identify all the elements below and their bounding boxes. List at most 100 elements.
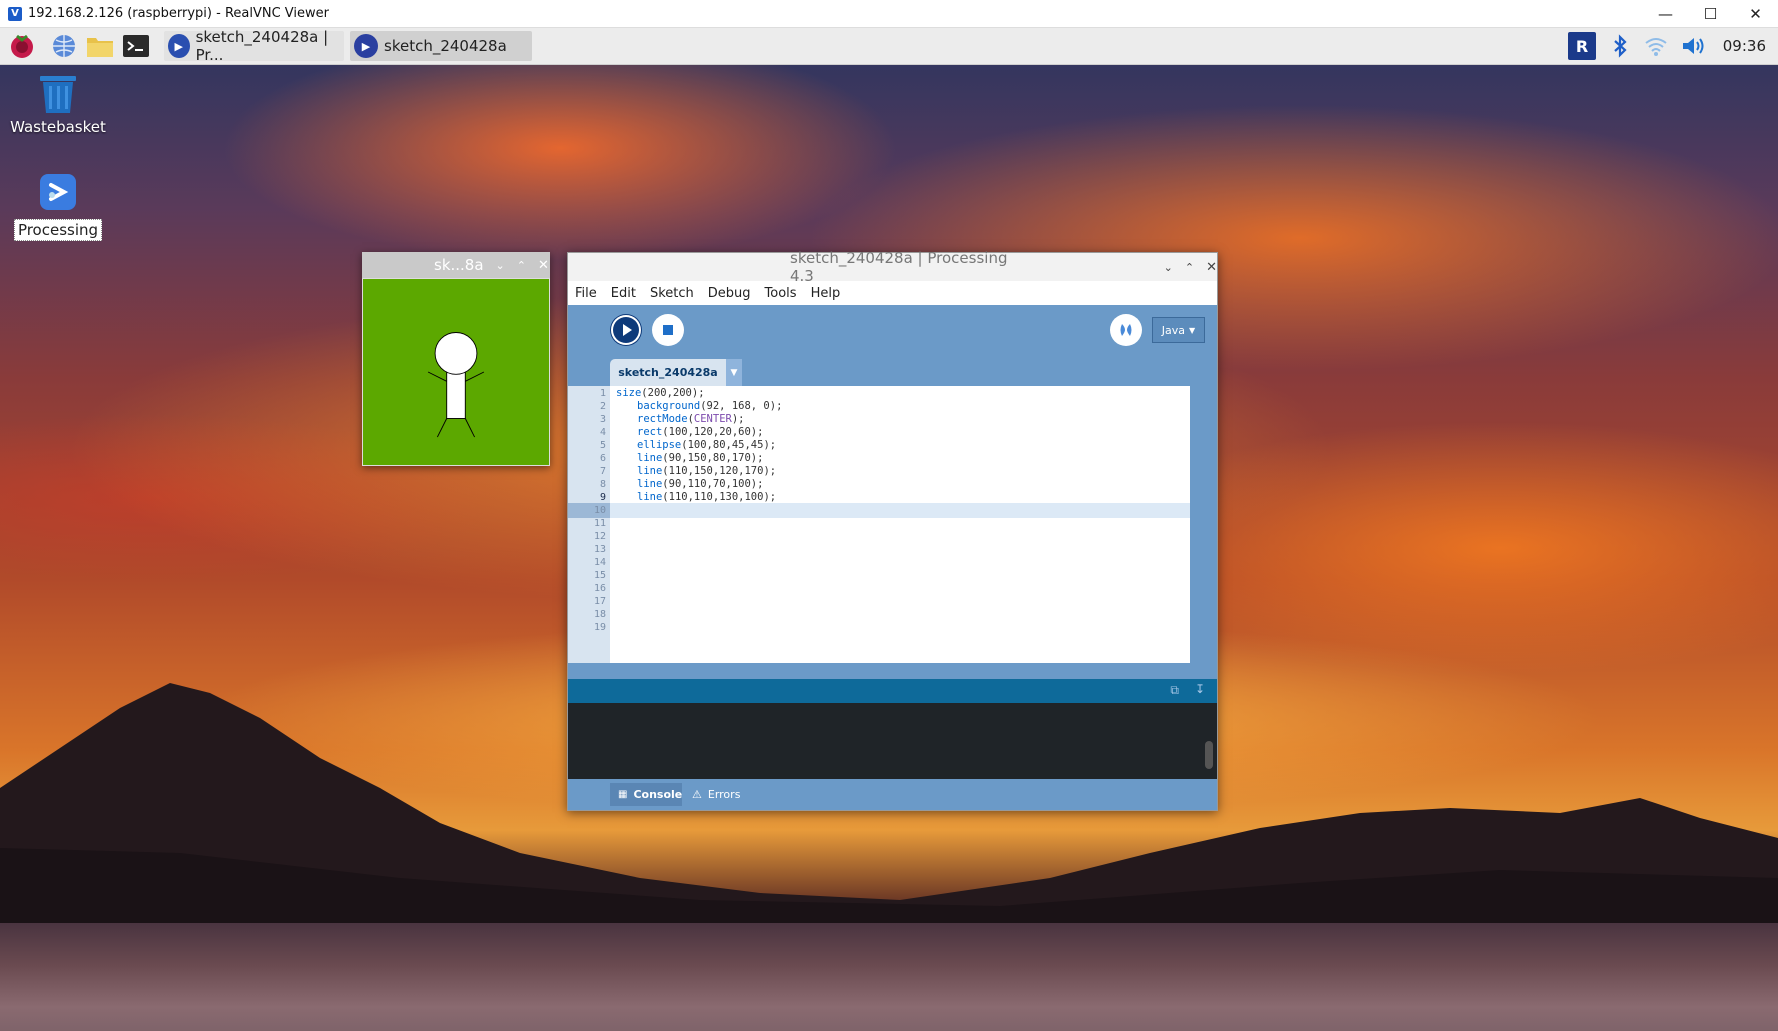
processing-icon (40, 174, 76, 210)
stop-button[interactable] (652, 314, 684, 346)
console-area[interactable] (568, 703, 1217, 779)
vnc-window-title: 192.168.2.126 (raspberrypi) - RealVNC Vi… (28, 6, 329, 21)
code-function: line (637, 478, 663, 490)
code-function: rectMode (637, 413, 688, 425)
sketch-window-title: sk...8a (434, 256, 484, 274)
code-function: line (637, 452, 663, 464)
close-button[interactable]: ✕ (1733, 5, 1778, 23)
console-tab-label: Console (633, 788, 683, 801)
chevron-down-icon[interactable]: ⌄ (496, 259, 505, 272)
tab-errors[interactable]: ⚠ Errors (692, 783, 752, 806)
ide-toolbar: Java ▼ (568, 306, 1217, 358)
debug-button[interactable] (1110, 314, 1142, 346)
copy-icon[interactable]: ⧉ (1170, 683, 1179, 698)
line-number: 19 (593, 622, 606, 633)
status-bar: ⧉ ↧ (568, 679, 1217, 703)
console-tabs: ▦ Console ⚠ Errors (568, 779, 1217, 810)
vnc-server-icon[interactable]: R (1568, 32, 1596, 60)
wifi-icon[interactable] (1642, 32, 1670, 60)
processing-task-icon: ▶ (354, 34, 378, 58)
desktop-icon-label: Wastebasket (10, 118, 106, 136)
sketch-output-window: sk...8a ⌄ ⌃ ✕ (362, 252, 550, 466)
code-function: ellipse (637, 439, 682, 451)
tab-menu-button[interactable]: ▼ (726, 359, 742, 386)
taskbar-task-sketch[interactable]: ▶ sketch_240428a (350, 31, 532, 61)
chevron-up-icon[interactable]: ⌃ (1185, 261, 1194, 274)
sketch-canvas[interactable] (363, 279, 549, 465)
code-args: (90,150,80,170); (662, 452, 764, 464)
clear-console-icon[interactable]: ↧ (1195, 682, 1205, 696)
code-args: (110,110,130,100); (662, 491, 777, 503)
wastebasket-icon (40, 76, 76, 113)
menu-help[interactable]: Help (811, 286, 841, 301)
taskbar-task-processing-ide[interactable]: ▶ sketch_240428a | Pr... (164, 28, 344, 64)
code-args: (100,120,20,60); (662, 426, 764, 438)
code-editor[interactable]: 1 2 3 4 5 6 7 8 9 10 11 12 13 14 15 16 17 18 19 size(200,2… (568, 386, 1190, 663)
taskbar: ▶ sketch_240428a | Pr... ▶ sketch_240428… (0, 28, 1778, 65)
task-label: sketch_240428a (384, 37, 507, 55)
code-args: (90,110,70,100); (662, 478, 764, 490)
mode-selector[interactable]: Java ▼ (1152, 317, 1205, 343)
ide-window-title: sketch_240428a | Processing 4.3 (790, 249, 1008, 285)
ide-titlebar[interactable]: sketch_240428a | Processing 4.3 ⌄ ⌃ ✕ (568, 249, 1217, 285)
desktop-icon-wastebasket[interactable]: Wastebasket (10, 74, 106, 136)
volume-icon[interactable] (1680, 32, 1708, 60)
chevron-down-icon[interactable]: ⌄ (1164, 261, 1173, 274)
close-icon[interactable]: ✕ (1206, 260, 1217, 275)
code-args: (92, 168, 0); (700, 400, 783, 412)
web-browser-icon[interactable] (50, 32, 78, 60)
tab-label: sketch_240428a (618, 366, 718, 379)
run-button[interactable] (610, 314, 642, 346)
caret-down-icon: ▼ (730, 367, 738, 378)
clock[interactable]: 09:36 (1723, 28, 1766, 64)
realvnc-logo-icon: V (8, 6, 22, 21)
code-args: (200,200); (641, 387, 705, 399)
sketch-window-titlebar[interactable]: sk...8a ⌄ ⌃ ✕ (362, 252, 550, 278)
lake (0, 923, 1778, 1031)
menu-sketch[interactable]: Sketch (650, 286, 694, 301)
code-args: (110,150,120,170); (662, 465, 777, 477)
menu-edit[interactable]: Edit (611, 286, 636, 301)
code-function: line (637, 465, 663, 477)
editor-horizontal-scrollbar[interactable] (568, 663, 1217, 679)
vnc-titlebar: V 192.168.2.126 (raspberrypi) - RealVNC … (0, 0, 1778, 28)
desktop-icon-label: Processing (13, 219, 103, 241)
warning-icon: ⚠ (692, 788, 702, 801)
stick-figure-drawing (363, 279, 549, 465)
menu-file[interactable]: File (575, 286, 597, 301)
bluetooth-icon[interactable] (1606, 32, 1634, 60)
maximize-button[interactable]: ☐ (1688, 5, 1733, 23)
processing-ide-window: sketch_240428a | Processing 4.3 ⌄ ⌃ ✕ Fi… (567, 249, 1218, 811)
menu-tools[interactable]: Tools (765, 286, 797, 301)
task-label: sketch_240428a | Pr... (195, 28, 329, 64)
console-scrollbar[interactable] (1205, 741, 1213, 769)
terminal-icon[interactable] (122, 32, 150, 60)
errors-tab-label: Errors (707, 788, 741, 801)
desktop-icon-processing[interactable]: Processing (10, 173, 106, 241)
code-args: (100,80,45,45); (681, 439, 777, 451)
editor-scrollbar[interactable] (1190, 386, 1217, 663)
code-function: rect (637, 426, 663, 438)
code-punct: ); (731, 413, 745, 425)
processing-task-icon: ▶ (168, 34, 190, 58)
file-manager-icon[interactable] (86, 32, 114, 60)
close-icon[interactable]: ✕ (538, 258, 549, 273)
current-line-highlight (568, 503, 1190, 518)
terminal-icon: ▦ (618, 789, 628, 800)
raspberry-menu-icon[interactable] (8, 32, 36, 60)
caret-down-icon: ▼ (1189, 325, 1196, 335)
stop-icon (653, 315, 683, 345)
ide-tabbar: sketch_240428a ▼ (568, 358, 1217, 386)
code-line: line(110,110,130,100); (637, 490, 776, 505)
mode-label: Java (1161, 323, 1186, 337)
tab-console[interactable]: ▦ Console (610, 783, 682, 806)
code-function: size (616, 387, 642, 399)
butterfly-debug-icon (1111, 315, 1141, 345)
play-icon (611, 315, 641, 345)
chevron-up-icon[interactable]: ⌃ (517, 259, 526, 272)
menu-debug[interactable]: Debug (708, 286, 751, 301)
code-function: line (637, 491, 663, 503)
tab-sketch[interactable]: sketch_240428a (610, 359, 726, 386)
minimize-button[interactable]: — (1643, 5, 1688, 23)
code-constant: CENTER (693, 413, 732, 425)
